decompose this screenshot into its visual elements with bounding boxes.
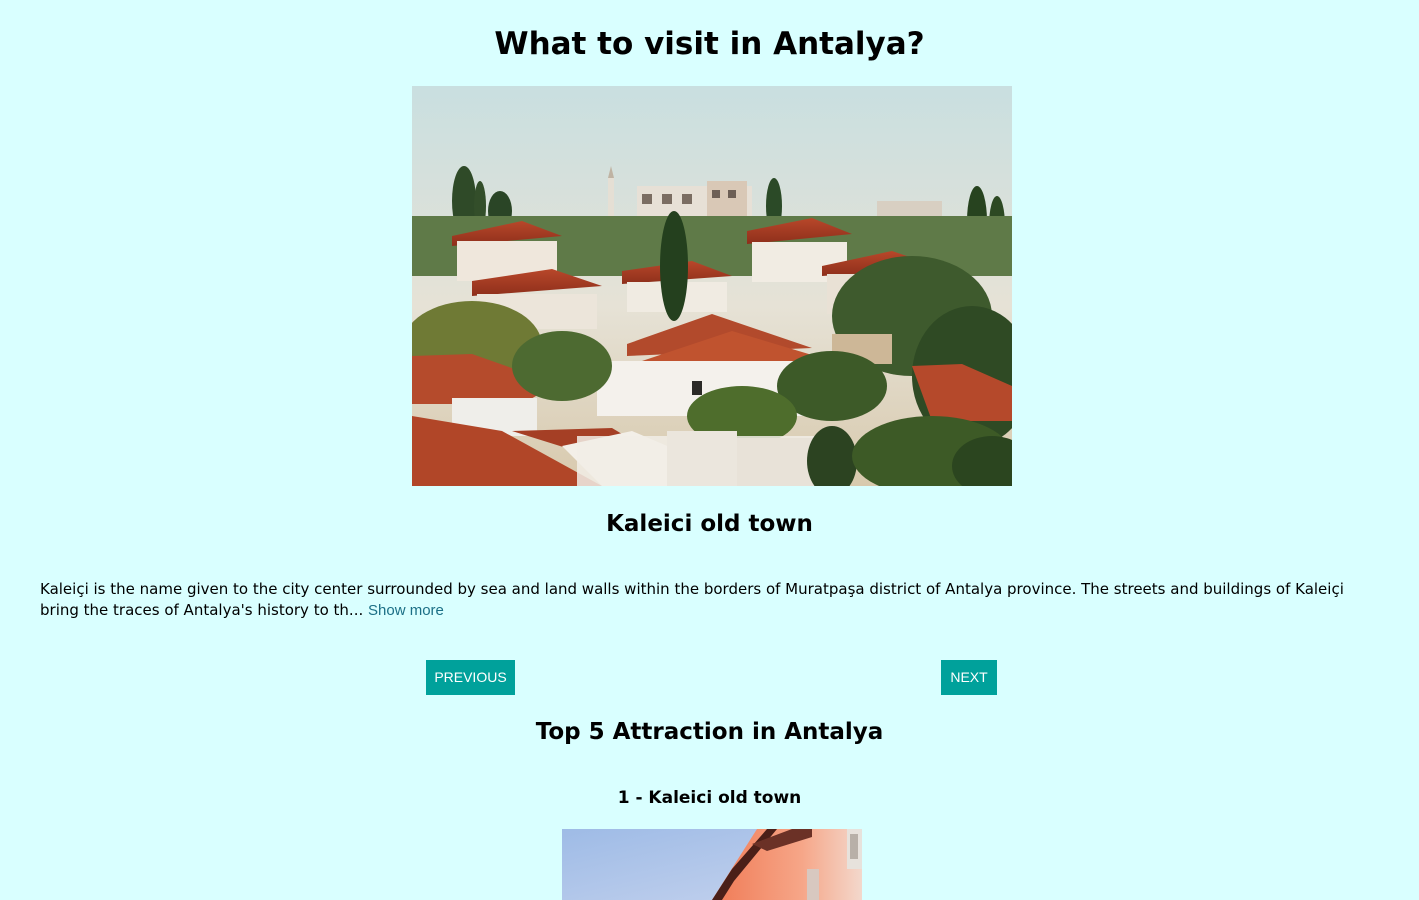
kaleici-photo bbox=[412, 86, 1012, 486]
kaleici-street-photo bbox=[562, 829, 862, 900]
previous-button[interactable]: PREVIOUS bbox=[426, 660, 515, 695]
attraction-description: Kaleiçi is the name given to the city ce… bbox=[40, 579, 1380, 621]
top-attractions-title: Top 5 Attraction in Antalya bbox=[535, 719, 884, 745]
page: What to visit in Antalya? Kaleici old to… bbox=[0, 0, 1419, 900]
top-attraction-item-title: 1 - Kaleici old town bbox=[617, 788, 802, 808]
description-text: Kaleiçi is the name given to the city ce… bbox=[40, 580, 1344, 619]
show-more-link[interactable]: Show more bbox=[368, 602, 444, 619]
next-button[interactable]: NEXT bbox=[941, 660, 997, 695]
page-title: What to visit in Antalya? bbox=[494, 26, 925, 62]
top-attraction-item-image bbox=[562, 829, 862, 900]
attraction-title: Kaleici old town bbox=[606, 511, 813, 537]
carousel-image bbox=[412, 86, 1012, 486]
